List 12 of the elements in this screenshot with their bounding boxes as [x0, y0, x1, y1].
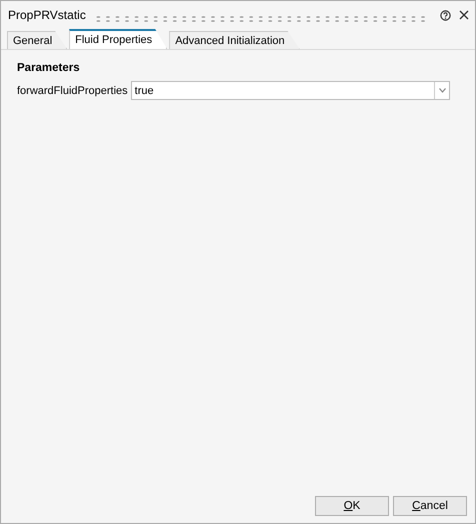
ok-button[interactable]: OK — [315, 496, 389, 516]
tab[interactable]: Fluid Properties — [69, 29, 168, 49]
window-title: PropPRVstatic — [8, 7, 86, 24]
cancel-button[interactable]: Cancel — [393, 496, 467, 516]
tab[interactable]: General — [7, 31, 68, 49]
section-title: Parameters — [17, 61, 81, 76]
dropdown-field[interactable]: true — [130, 81, 450, 100]
caret-icon — [438, 88, 446, 94]
close-icon[interactable] — [459, 10, 469, 20]
tab[interactable]: Advanced Initialization — [169, 31, 300, 49]
help-icon[interactable] — [440, 10, 451, 20]
parameter-label: forwardFluidProperties — [17, 84, 128, 98]
